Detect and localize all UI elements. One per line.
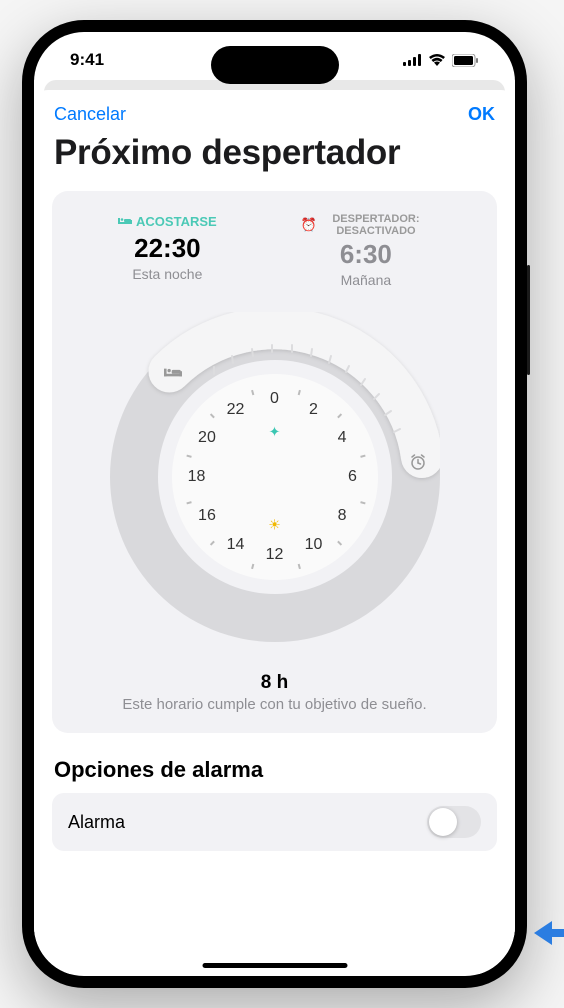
wake-sub: Mañana (301, 272, 431, 288)
page-title: Próximo despertador (34, 131, 515, 191)
phone-frame: 9:41 Cancelar OK Próximo despert (22, 20, 527, 988)
modal-header: Cancelar OK (34, 90, 515, 131)
time-row: ACOSTARSE 22:30 Esta noche ⏰ DESPERTADOR… (66, 213, 483, 300)
modal-sheet: Cancelar OK Próximo despertador ACOSTARS… (34, 90, 515, 974)
status-icons (403, 54, 479, 67)
bedtime-time: 22:30 (118, 233, 217, 264)
bedtime-block: ACOSTARSE 22:30 Esta noche (118, 213, 217, 288)
dynamic-island (211, 46, 339, 84)
cancel-button[interactable]: Cancelar (54, 104, 126, 125)
side-button (527, 265, 530, 375)
clock-number: 16 (198, 507, 216, 525)
wake-handle[interactable] (398, 442, 438, 482)
sleep-clock[interactable]: 0 2 4 6 8 10 12 14 16 18 20 22 ✦ ☀ (110, 312, 440, 642)
clock-number: 22 (227, 401, 245, 419)
clock-number: 6 (348, 468, 357, 486)
wifi-icon (428, 54, 446, 66)
clock-number: 20 (198, 429, 216, 447)
bedtime-sub: Esta noche (118, 266, 217, 282)
phone-screen: 9:41 Cancelar OK Próximo despert (34, 32, 515, 976)
switch-knob (429, 808, 457, 836)
callout-arrow (534, 915, 564, 951)
alarm-options-title: Opciones de alarma (34, 733, 515, 793)
clock-number: 18 (188, 468, 206, 486)
clock-number: 4 (338, 429, 347, 447)
modal-content: Cancelar OK Próximo despertador ACOSTARS… (34, 80, 515, 974)
clock-number: 0 (270, 390, 279, 408)
bed-icon (118, 216, 132, 226)
alarm-icon (409, 453, 427, 471)
bedtime-label: ACOSTARSE (118, 214, 217, 229)
alarm-label: Alarma (68, 812, 125, 833)
sleep-schedule-card: ACOSTARSE 22:30 Esta noche ⏰ DESPERTADOR… (52, 191, 497, 733)
clock-number: 8 (338, 507, 347, 525)
wake-block: ⏰ DESPERTADOR: DESACTIVADO 6:30 Mañana (301, 213, 431, 288)
wake-time: 6:30 (301, 239, 431, 270)
signal-icon (403, 54, 422, 66)
wake-label: ⏰ DESPERTADOR: DESACTIVADO (301, 213, 431, 237)
ok-button[interactable]: OK (468, 104, 495, 125)
bedtime-handle[interactable] (153, 352, 193, 392)
home-indicator[interactable] (202, 963, 347, 968)
alarm-switch[interactable] (427, 806, 481, 838)
alarm-clock-icon: ⏰ (301, 217, 317, 233)
sleep-hours: 8 h (66, 672, 483, 694)
battery-icon (452, 54, 479, 67)
sun-icon: ☀ (268, 516, 281, 533)
clock-number: 12 (266, 546, 284, 564)
sleep-summary: 8 h Este horario cumple con tu objetivo … (66, 672, 483, 713)
status-time: 9:41 (70, 50, 104, 70)
clock-number: 14 (227, 536, 245, 554)
clock-number: 2 (309, 401, 318, 419)
alarm-toggle-row: Alarma (52, 793, 497, 851)
clock-number: 10 (305, 536, 323, 554)
bed-icon (164, 366, 182, 379)
sleep-goal-text: Este horario cumple con tu objetivo de s… (66, 696, 483, 713)
sparkle-icon: ✦ (269, 423, 281, 440)
clock-face: 0 2 4 6 8 10 12 14 16 18 20 22 ✦ ☀ (172, 374, 378, 580)
